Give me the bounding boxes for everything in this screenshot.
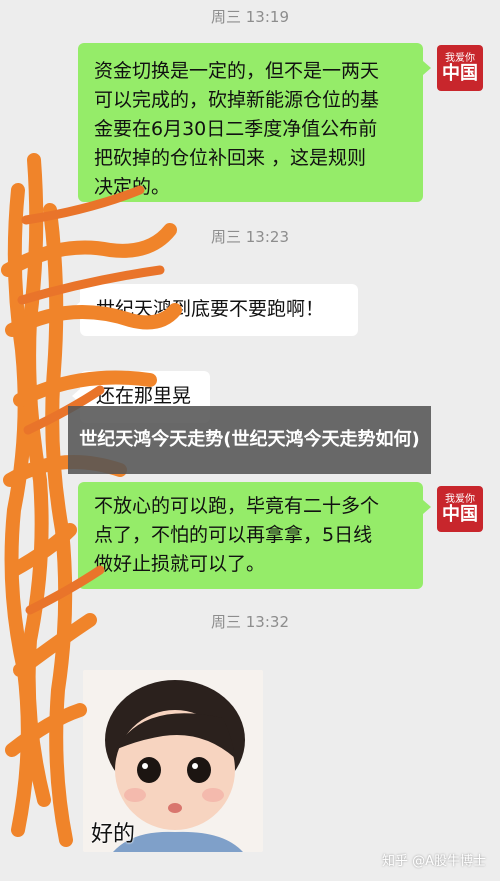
avatar-big-text: 中国 — [442, 503, 478, 525]
message-bubble-right-1[interactable]: 资金切换是一定的，但不是一两天 可以完成的，砍掉新能源仓位的基 金要在6月30日… — [78, 43, 431, 202]
article-title-overlay: 世纪天鸿今天走势(世纪天鸿今天走势如何) — [68, 406, 431, 474]
avatar-small-text: 我爱你 — [445, 493, 475, 505]
message-bubble-left-1[interactable]: 世纪天鸿到底要不要跑啊！ — [72, 284, 358, 336]
sticker-caption: 好的 — [91, 822, 136, 847]
avatar-big-text: 中国 — [442, 62, 478, 84]
sticker-image[interactable]: 好的 — [83, 670, 263, 852]
watermark: 知乎 @A股牛博士 — [381, 854, 486, 869]
avatar-small-text: 我爱你 — [445, 52, 475, 64]
article-title-text: 世纪天鸿今天走势(世纪天鸿今天走势如何) — [79, 429, 420, 450]
chat-timestamp-1: 周三 13:19 — [211, 8, 289, 26]
message-bubble-right-2[interactable]: 不放心的可以跑，毕竟有二十多个 点了，不怕的可以再拿拿，5日线 做好止损就可以了… — [78, 482, 431, 589]
chat-timestamp-3: 周三 13:32 — [211, 613, 289, 631]
avatar-self-2[interactable]: 我爱你 中国 — [437, 486, 483, 532]
chat-timestamp-2: 周三 13:23 — [211, 228, 289, 246]
avatar-self-1[interactable]: 我爱你 中国 — [437, 45, 483, 91]
